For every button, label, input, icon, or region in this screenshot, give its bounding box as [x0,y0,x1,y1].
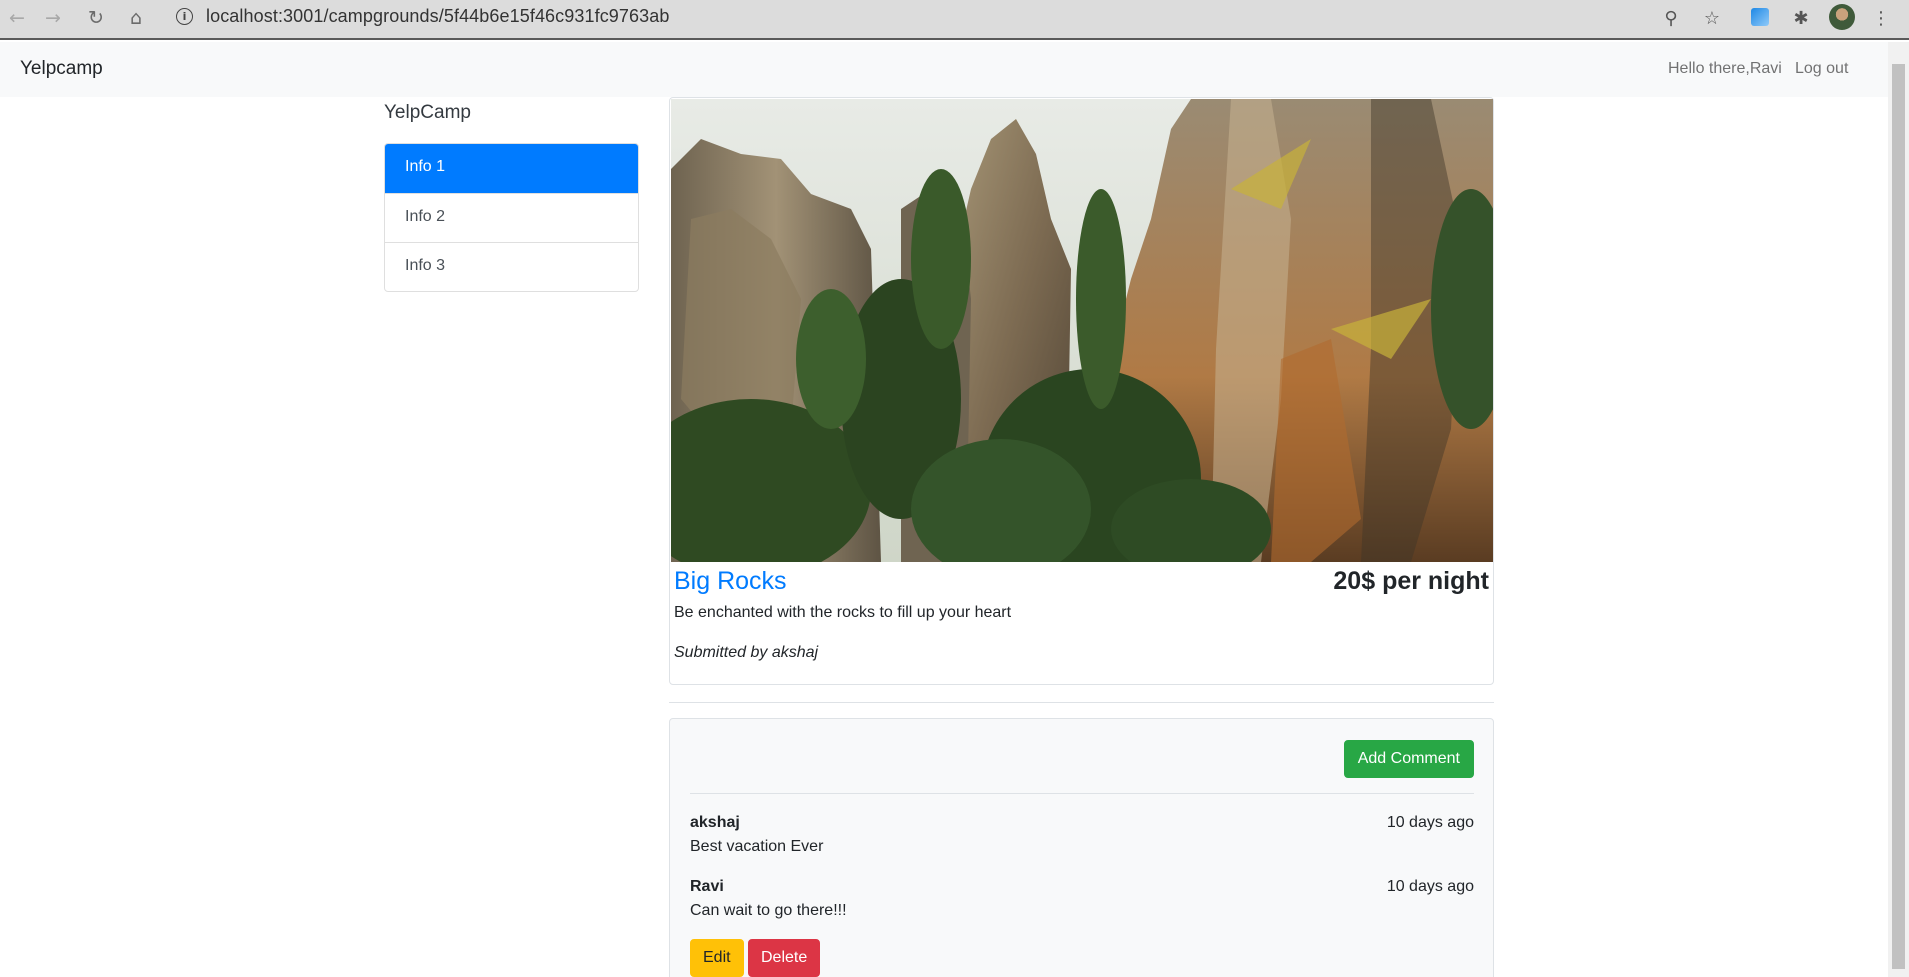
comment-time: 10 days ago [1386,814,1474,831]
campground-card: Big Rocks 20$ per night Be enchanted wit… [669,97,1494,685]
comment-text: Can wait to go there!!! [690,902,847,919]
top-navbar: Yelpcamp Hello there,Ravi Log out [0,42,1888,97]
scrollbar-thumb[interactable] [1892,64,1905,969]
comments-divider [690,793,1474,794]
address-bar[interactable]: localhost:3001/campgrounds/5f44b6e15f46c… [206,6,669,27]
sidebar-title: YelpCamp [384,102,471,123]
comment-time: 10 days ago [1386,878,1474,895]
campground-name-link[interactable]: Big Rocks [674,567,787,596]
sidebar-list: Info 1 Info 2 Info 3 [384,143,639,292]
profile-avatar[interactable] [1829,4,1855,30]
bookmark-star-icon[interactable]: ☆ [1698,4,1726,32]
home-icon[interactable]: ⌂ [122,4,150,32]
extension-icon[interactable] [1751,8,1769,26]
forward-arrow-icon[interactable]: → [39,4,67,32]
comment-author: akshaj [690,814,740,831]
comments-section: Add Comment akshaj 10 days ago Best vaca… [669,718,1494,977]
puzzle-extensions-icon[interactable]: ✱ [1787,4,1815,32]
sidebar-item-info-1[interactable]: Info 1 [385,144,638,193]
browser-menu-icon[interactable]: ⋮ [1867,4,1895,32]
back-arrow-icon[interactable]: ← [3,4,31,32]
logout-link[interactable]: Log out [1795,60,1848,78]
comment-text: Best vacation Ever [690,838,824,855]
campground-price: 20$ per night [1333,567,1489,595]
navbar-brand[interactable]: Yelpcamp [20,58,103,80]
campground-photo [671,99,1493,562]
page-scrollbar[interactable] [1888,42,1909,977]
site-info-icon[interactable]: i [176,8,193,25]
add-comment-button[interactable]: Add Comment [1343,740,1474,778]
divider [669,702,1494,703]
sidebar-item-info-2[interactable]: Info 2 [385,193,638,242]
sidebar-item-info-3[interactable]: Info 3 [385,242,638,291]
edit-comment-button[interactable]: Edit [690,939,744,977]
delete-comment-button[interactable]: Delete [748,939,821,977]
comment-author: Ravi [690,878,724,895]
user-greeting-link[interactable]: Hello there,Ravi [1668,60,1782,78]
zoom-icon[interactable]: ⚲ [1657,4,1685,32]
reload-icon[interactable]: ↻ [82,4,110,32]
campground-description: Be enchanted with the rocks to fill up y… [674,604,1012,621]
submitted-by: Submitted by akshaj [674,644,819,661]
browser-toolbar: ← → ↻ ⌂ i localhost:3001/campgrounds/5f4… [0,0,1909,40]
